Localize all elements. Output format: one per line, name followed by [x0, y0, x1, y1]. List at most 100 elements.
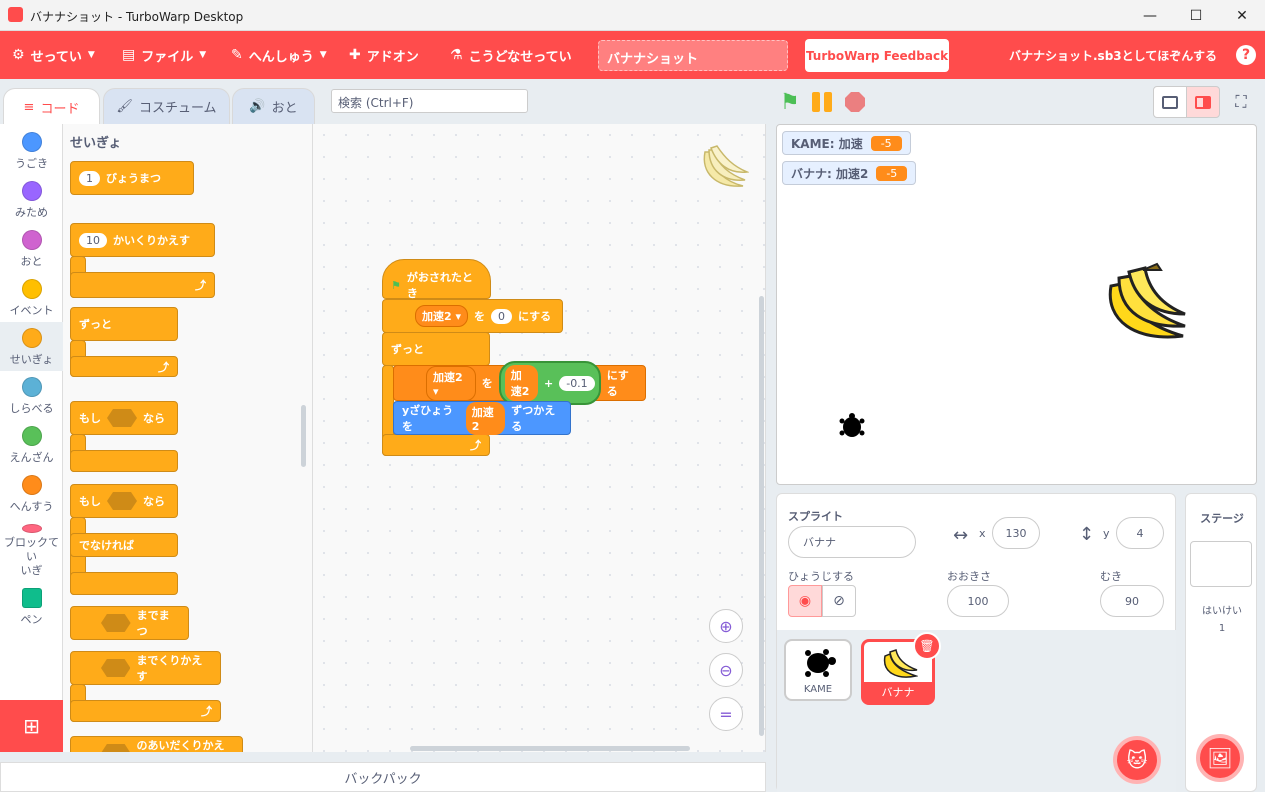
set-variable-block[interactable]: 加速2 ▾ を 0 にする [382, 299, 563, 333]
condition-slot[interactable] [101, 614, 131, 632]
close-button[interactable]: ✕ [1219, 0, 1265, 31]
choose-sprite-button[interactable]: 🐱 [1113, 736, 1161, 784]
save-as-link[interactable]: バナナショット.sb3としてほぞんする [1009, 47, 1217, 64]
variable-dropdown[interactable]: 加速2 ▾ [426, 365, 476, 401]
search-input[interactable]: 検索 (Ctrl+F) [331, 89, 528, 113]
forever-block[interactable]: ずっと [70, 307, 178, 341]
code-workspace[interactable]: ⚑ がおされたとき 加速2 ▾ を 0 にする ずっと ⤴ 加速2 ▾ を 加速… [313, 124, 766, 752]
pause-button[interactable] [812, 92, 834, 112]
eye-icon: ◉ [798, 593, 812, 609]
stage-pane-title: ステージ [1200, 512, 1244, 525]
green-flag-button[interactable]: ⚑ [780, 90, 800, 115]
condition-slot[interactable] [107, 492, 137, 510]
wait-input[interactable]: 1 [79, 170, 100, 186]
banana-sprite[interactable] [1105, 262, 1187, 342]
condition-slot[interactable] [101, 744, 131, 752]
condition-slot[interactable] [101, 659, 131, 677]
category-sensing[interactable]: しらべる [0, 371, 63, 420]
project-title-input[interactable]: バナナショット [598, 40, 788, 71]
block-palette: せいぎょ 1 びょうまつ 10 かいくりかえす ⤴ ずっと ⤴ もし なら もし… [63, 124, 313, 752]
help-icon[interactable]: ? [1236, 45, 1256, 65]
stage[interactable]: KAME: 加速 -5 バナナ: 加速2 -5 [776, 124, 1257, 485]
direction-input[interactable]: 90 [1100, 585, 1164, 617]
if-else-block[interactable]: もし なら [70, 484, 178, 518]
size-input[interactable]: 100 [947, 585, 1009, 617]
small-stage-button[interactable] [1153, 86, 1187, 118]
while-block[interactable]: のあいだくりかえす [70, 736, 243, 752]
workspace-hscrollbar[interactable] [410, 746, 690, 751]
fullscreen-button[interactable]: ⛶ [1228, 89, 1254, 115]
sprite-thumb-kame[interactable]: KAME [784, 639, 852, 701]
sprite-thumb-label: KAME [803, 684, 833, 695]
y-input[interactable]: 4 [1116, 517, 1164, 549]
maximize-button[interactable]: ☐ [1173, 0, 1219, 31]
value-input[interactable]: -0.1 [559, 375, 595, 391]
show-sprite-button[interactable]: ◉ [788, 585, 822, 617]
repeat-block[interactable]: 10 かいくりかえす [70, 223, 215, 257]
normal-stage-button[interactable] [1186, 86, 1220, 118]
variable-reporter[interactable]: 加速2 [465, 401, 506, 435]
tab-sound[interactable]: 🔊 おと [232, 88, 315, 124]
category-control[interactable]: せいぎょ [0, 322, 63, 371]
category-label: せいぎょ [9, 353, 54, 366]
category-pen[interactable]: ペン [0, 582, 63, 631]
stage-thumbnail[interactable] [1190, 541, 1252, 587]
category-label: えんざん [9, 451, 54, 464]
category-events[interactable]: イベント [0, 273, 63, 322]
wait-block[interactable]: 1 びょうまつ [70, 161, 194, 195]
variable-dropdown[interactable]: 加速2 ▾ [415, 305, 469, 327]
x-label: x [979, 527, 986, 540]
sensing-dot-icon [21, 377, 42, 397]
add-extension-button[interactable]: ⊞ [0, 700, 63, 752]
sprite-name-input[interactable]: バナナ [788, 526, 916, 558]
condition-slot[interactable] [107, 409, 137, 427]
category-operators[interactable]: えんざん [0, 420, 63, 469]
category-variables[interactable]: へんすう [0, 469, 63, 518]
file-menu[interactable]: ▤ ファイル ▼ [122, 31, 206, 79]
category-looks[interactable]: みため [0, 175, 63, 224]
category-label: ペン [20, 613, 43, 626]
value-input[interactable]: 0 [491, 308, 513, 324]
stop-button[interactable] [845, 92, 865, 112]
addons-menu[interactable]: ✚ アドオン [349, 31, 419, 79]
repeat-input[interactable]: 10 [79, 232, 107, 248]
variable-reporter[interactable]: 加速2 [504, 365, 538, 401]
tab-costume[interactable]: 🖌 コスチューム [103, 88, 230, 124]
forever-loop-block[interactable]: ずっと [382, 332, 490, 366]
palette-scrollbar[interactable] [301, 405, 306, 467]
if-block[interactable]: もし なら [70, 401, 178, 435]
tab-code[interactable]: ≡ コード [3, 88, 100, 125]
category-motion[interactable]: うごき [0, 126, 63, 175]
kame-sprite[interactable] [838, 413, 866, 441]
backpack[interactable]: バックパック [0, 762, 766, 792]
variable-monitor[interactable]: バナナ: 加速2 -5 [782, 161, 917, 185]
advanced-settings-menu[interactable]: ⚗ こうどなせってい [450, 31, 572, 79]
edit-menu[interactable]: ✎ へんしゅう ▼ [231, 31, 327, 79]
zoom-out-button[interactable]: ⊖ [709, 653, 743, 687]
wait-until-label: までまつ [136, 609, 170, 638]
wait-until-block[interactable]: までまつ [70, 606, 189, 640]
add-operator-block[interactable]: 加速2 + -0.1 [498, 361, 601, 405]
stage-pane[interactable]: ステージ はいけい 1 🖼 [1185, 493, 1257, 792]
feedback-button[interactable]: TurboWarp Feedback [805, 39, 949, 72]
set-variable-block-inner[interactable]: 加速2 ▾ を 加速2 + -0.1 にする [393, 361, 646, 405]
delete-sprite-button[interactable]: 🗑 [913, 632, 941, 660]
category-my-blocks[interactable]: ブロックてい いぎ [0, 518, 63, 578]
workspace-vscrollbar[interactable] [759, 296, 764, 736]
choose-backdrop-button[interactable]: 🖼 [1196, 734, 1244, 782]
zoom-reset-button[interactable]: = [709, 697, 743, 731]
x-input[interactable]: 130 [992, 517, 1040, 549]
slot-gap [86, 557, 177, 572]
minimize-button[interactable]: — [1127, 0, 1173, 31]
settings-menu[interactable]: ⚙ せってい ▼ [12, 31, 95, 79]
zoom-in-button[interactable]: ⊕ [709, 609, 743, 643]
repeat-until-block[interactable]: までくりかえす [70, 651, 221, 685]
change-y-block[interactable]: yざひょうを 加速2 ずつかえる [393, 401, 571, 435]
hide-sprite-button[interactable]: ⊘ [822, 585, 856, 617]
when-flag-clicked-block[interactable]: ⚑ がおされたとき [382, 259, 491, 300]
variable-monitor[interactable]: KAME: 加速 -5 [782, 131, 911, 155]
category-sound[interactable]: おと [0, 224, 63, 273]
y-label: y [1103, 527, 1110, 540]
repeat-until-foot: ⤴ [70, 700, 221, 722]
speaker-icon: 🔊 [249, 99, 266, 114]
